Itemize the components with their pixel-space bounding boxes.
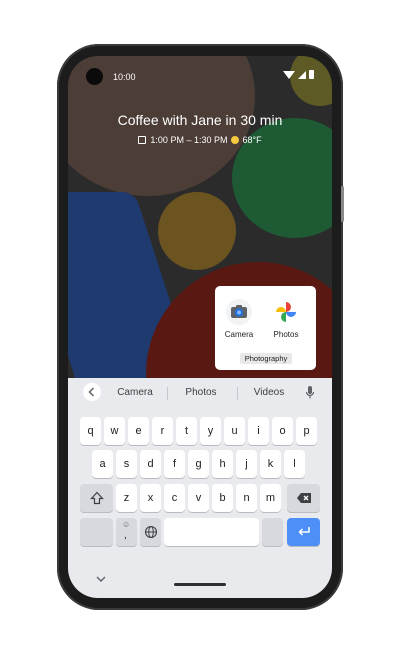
weather-sun-icon <box>231 136 240 144</box>
wifi-icon <box>283 70 295 79</box>
front-camera <box>86 68 103 85</box>
key-a[interactable]: a <box>92 450 113 478</box>
comma-label: , <box>124 530 127 541</box>
suggestion-divider <box>167 387 168 400</box>
period-key[interactable] <box>262 518 283 546</box>
app-suggestion-card: Camera Photos Photography <box>215 286 316 370</box>
key-i[interactable]: i <box>248 417 269 445</box>
key-b[interactable]: b <box>212 484 233 512</box>
key-o[interactable]: o <box>272 417 293 445</box>
backspace-icon <box>296 493 311 503</box>
suggestion-divider <box>237 387 238 400</box>
key-w[interactable]: w <box>104 417 125 445</box>
wallpaper-olive-shape <box>290 56 332 106</box>
key-q[interactable]: q <box>80 417 101 445</box>
battery-icon <box>309 70 314 79</box>
keyboard: Camera Photos Videos qwertyuiop asdfghjkl… <box>68 378 332 598</box>
camera-icon[interactable] <box>226 299 252 325</box>
key-h[interactable]: h <box>212 450 233 478</box>
emoji-icon: ☺ <box>122 520 131 529</box>
glance-time-range: 1:00 PM – 1:30 PM <box>150 135 228 145</box>
signal-icon <box>298 70 306 79</box>
glance-title[interactable]: Coffee with Jane in 30 min <box>68 112 332 128</box>
status-icons <box>283 70 314 79</box>
suggestion-photos[interactable]: Photos <box>176 387 226 398</box>
enter-icon <box>297 527 310 536</box>
hide-keyboard-icon[interactable] <box>96 570 106 582</box>
key-k[interactable]: k <box>260 450 281 478</box>
gesture-nav-bar[interactable] <box>174 583 226 586</box>
key-f[interactable]: f <box>164 450 185 478</box>
photos-icon[interactable] <box>273 299 299 325</box>
power-button <box>341 186 344 222</box>
key-r[interactable]: r <box>152 417 173 445</box>
key-z[interactable]: z <box>116 484 137 512</box>
glance-weather: 68°F <box>242 135 262 145</box>
key-u[interactable]: u <box>224 417 245 445</box>
key-v[interactable]: v <box>188 484 209 512</box>
key-y[interactable]: y <box>200 417 221 445</box>
wallpaper-mustard-shape <box>158 192 236 270</box>
status-time: 10:00 <box>113 72 136 82</box>
glance-subtitle: 1:00 PM – 1:30 PM 68°F <box>68 135 332 145</box>
key-m[interactable]: m <box>260 484 281 512</box>
key-s[interactable]: s <box>116 450 137 478</box>
suggestion-strip: Camera Photos Videos <box>68 378 332 408</box>
symbols-key[interactable] <box>80 518 113 546</box>
suggestion-videos[interactable]: Videos <box>244 387 294 398</box>
key-c[interactable]: c <box>164 484 185 512</box>
calendar-icon <box>138 136 147 144</box>
key-g[interactable]: g <box>188 450 209 478</box>
enter-key[interactable] <box>287 518 320 546</box>
backspace-key[interactable] <box>287 484 320 512</box>
camera-app-label: Camera <box>224 330 254 339</box>
space-key[interactable] <box>164 518 259 546</box>
key-n[interactable]: n <box>236 484 257 512</box>
key-t[interactable]: t <box>176 417 197 445</box>
shift-key[interactable] <box>80 484 113 512</box>
photography-chip[interactable]: Photography <box>240 353 292 364</box>
key-d[interactable]: d <box>140 450 161 478</box>
globe-icon <box>144 525 157 539</box>
shift-icon <box>89 491 104 505</box>
language-key[interactable] <box>140 518 161 546</box>
suggestion-back-button[interactable] <box>83 383 101 401</box>
key-j[interactable]: j <box>236 450 257 478</box>
key-p[interactable]: p <box>296 417 317 445</box>
microphone-icon[interactable] <box>305 386 315 400</box>
key-x[interactable]: x <box>140 484 161 512</box>
photos-app-label: Photos <box>273 330 299 339</box>
suggestion-camera[interactable]: Camera <box>110 387 160 398</box>
key-e[interactable]: e <box>128 417 149 445</box>
phone-screen: 10:00 Coffee with Jane in 30 min 1:00 PM… <box>68 56 332 598</box>
key-l[interactable]: l <box>284 450 305 478</box>
comma-key[interactable]: ☺, <box>116 518 137 546</box>
